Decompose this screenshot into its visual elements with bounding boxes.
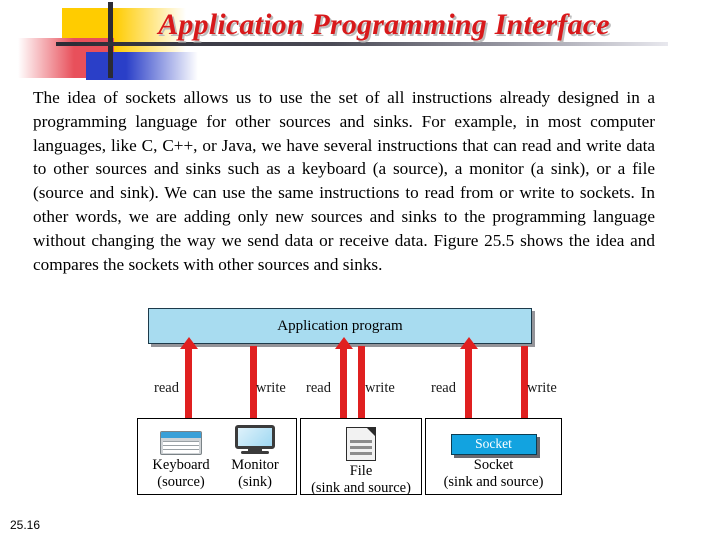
flow-label-write-socket: write — [527, 380, 557, 396]
arrowhead-up-icon — [334, 337, 353, 349]
device-role-monitor: (sink) — [238, 473, 272, 490]
decor-red-gradient — [18, 38, 74, 78]
device-box-socket: Socket Socket (sink and source) — [425, 418, 562, 495]
device-label-file: File — [349, 463, 373, 479]
decor-red-square — [74, 38, 114, 78]
flow-label-read-keyboard: read — [154, 380, 179, 396]
decor-blue-gradient — [126, 52, 198, 80]
decor-blue-square — [86, 52, 126, 80]
device-box-file: File (sink and source) — [300, 418, 422, 496]
file-icon — [301, 425, 421, 461]
device-label-socket: Socket — [473, 457, 514, 473]
decor-horizontal-rule — [56, 42, 668, 46]
device-cell-socket: Socket Socket (sink and source) — [426, 425, 561, 490]
keyboard-icon — [144, 425, 218, 455]
body-paragraph: The idea of sockets allows us to use the… — [33, 88, 655, 274]
slide-footer-number: 25.16 — [10, 518, 41, 532]
slide-header: Application Programming Interface — [0, 0, 720, 80]
device-role-keyboard: (source) — [157, 473, 205, 490]
device-box-keyboard-monitor: Keyboard (source) Monitor (sink) — [137, 418, 297, 495]
arrowhead-up-icon — [459, 337, 478, 349]
device-cell-keyboard: Keyboard (source) — [144, 425, 218, 490]
application-program-label: Application program — [277, 317, 403, 334]
device-cell-monitor: Monitor (sink) — [218, 425, 292, 490]
figure-sockets-diagram: Application program read write read writ… — [0, 300, 720, 515]
flow-label-read-file: read — [306, 380, 331, 396]
flow-label-read-socket: read — [431, 380, 456, 396]
socket-chip-label: Socket — [475, 436, 512, 452]
device-role-socket: (sink and source) — [443, 473, 544, 490]
device-cell-file: File (sink and source) — [301, 425, 421, 496]
monitor-icon — [218, 425, 292, 455]
socket-icon: Socket — [426, 425, 561, 455]
device-label-monitor: Monitor — [231, 457, 279, 473]
socket-chip: Socket — [450, 434, 537, 455]
device-role-file: (sink and source) — [311, 479, 411, 496]
flow-label-write-file: write — [365, 380, 395, 396]
flow-label-write-monitor: write — [256, 380, 286, 396]
arrowhead-up-icon — [179, 337, 198, 349]
page-title: Application Programming Interface — [158, 8, 610, 41]
device-label-keyboard: Keyboard — [152, 457, 210, 473]
